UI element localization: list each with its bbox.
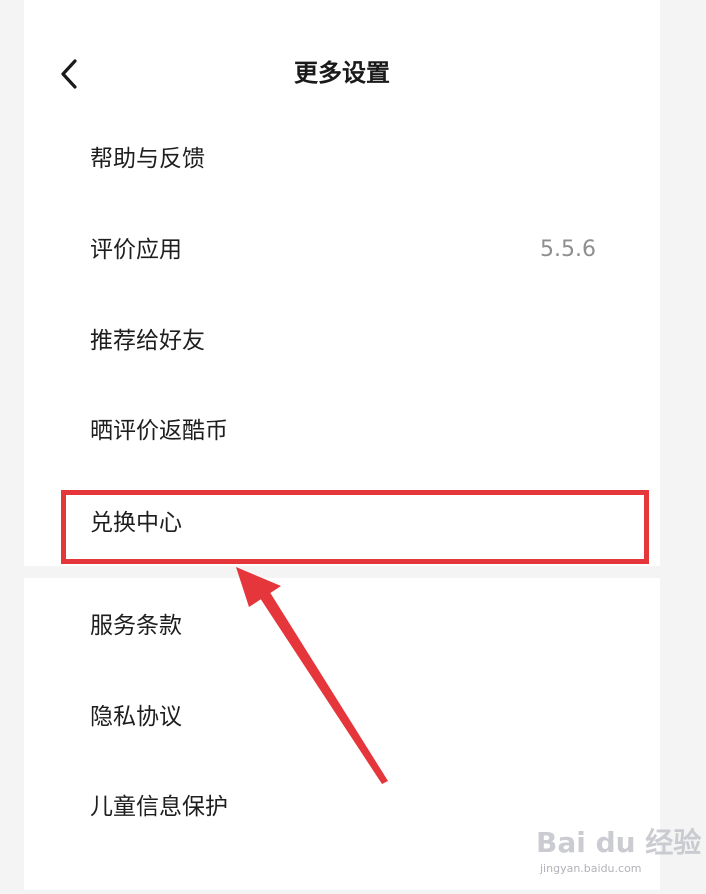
menu-item-label: 儿童信息保护: [90, 794, 228, 820]
menu-item-label: 帮助与反馈: [90, 146, 205, 172]
menu-item-redeem-center[interactable]: 兑换中心: [24, 486, 660, 560]
menu-item-terms-of-service[interactable]: 服务条款: [24, 589, 660, 663]
menu-item-label: 服务条款: [90, 613, 182, 639]
menu-item-review-coins[interactable]: 晒评价返酷币: [24, 394, 660, 468]
menu-item-rate-app[interactable]: 评价应用 5.5.6: [24, 213, 660, 287]
menu-item-label: 兑换中心: [90, 510, 182, 536]
navigation-bar: 更多设置: [24, 40, 660, 106]
page-title: 更多设置: [294, 59, 390, 87]
app-version: 5.5.6: [540, 237, 596, 262]
menu-item-recommend-friends[interactable]: 推荐给好友: [24, 304, 660, 378]
menu-item-label: 隐私协议: [90, 704, 182, 730]
menu-item-label: 晒评价返酷币: [90, 418, 228, 444]
menu-item-label: 评价应用: [90, 237, 182, 263]
menu-item-help-feedback[interactable]: 帮助与反馈: [24, 122, 660, 196]
menu-item-privacy-policy[interactable]: 隐私协议: [24, 680, 660, 754]
menu-item-label: 推荐给好友: [90, 328, 205, 354]
menu-item-child-protection[interactable]: 儿童信息保护: [24, 770, 660, 844]
